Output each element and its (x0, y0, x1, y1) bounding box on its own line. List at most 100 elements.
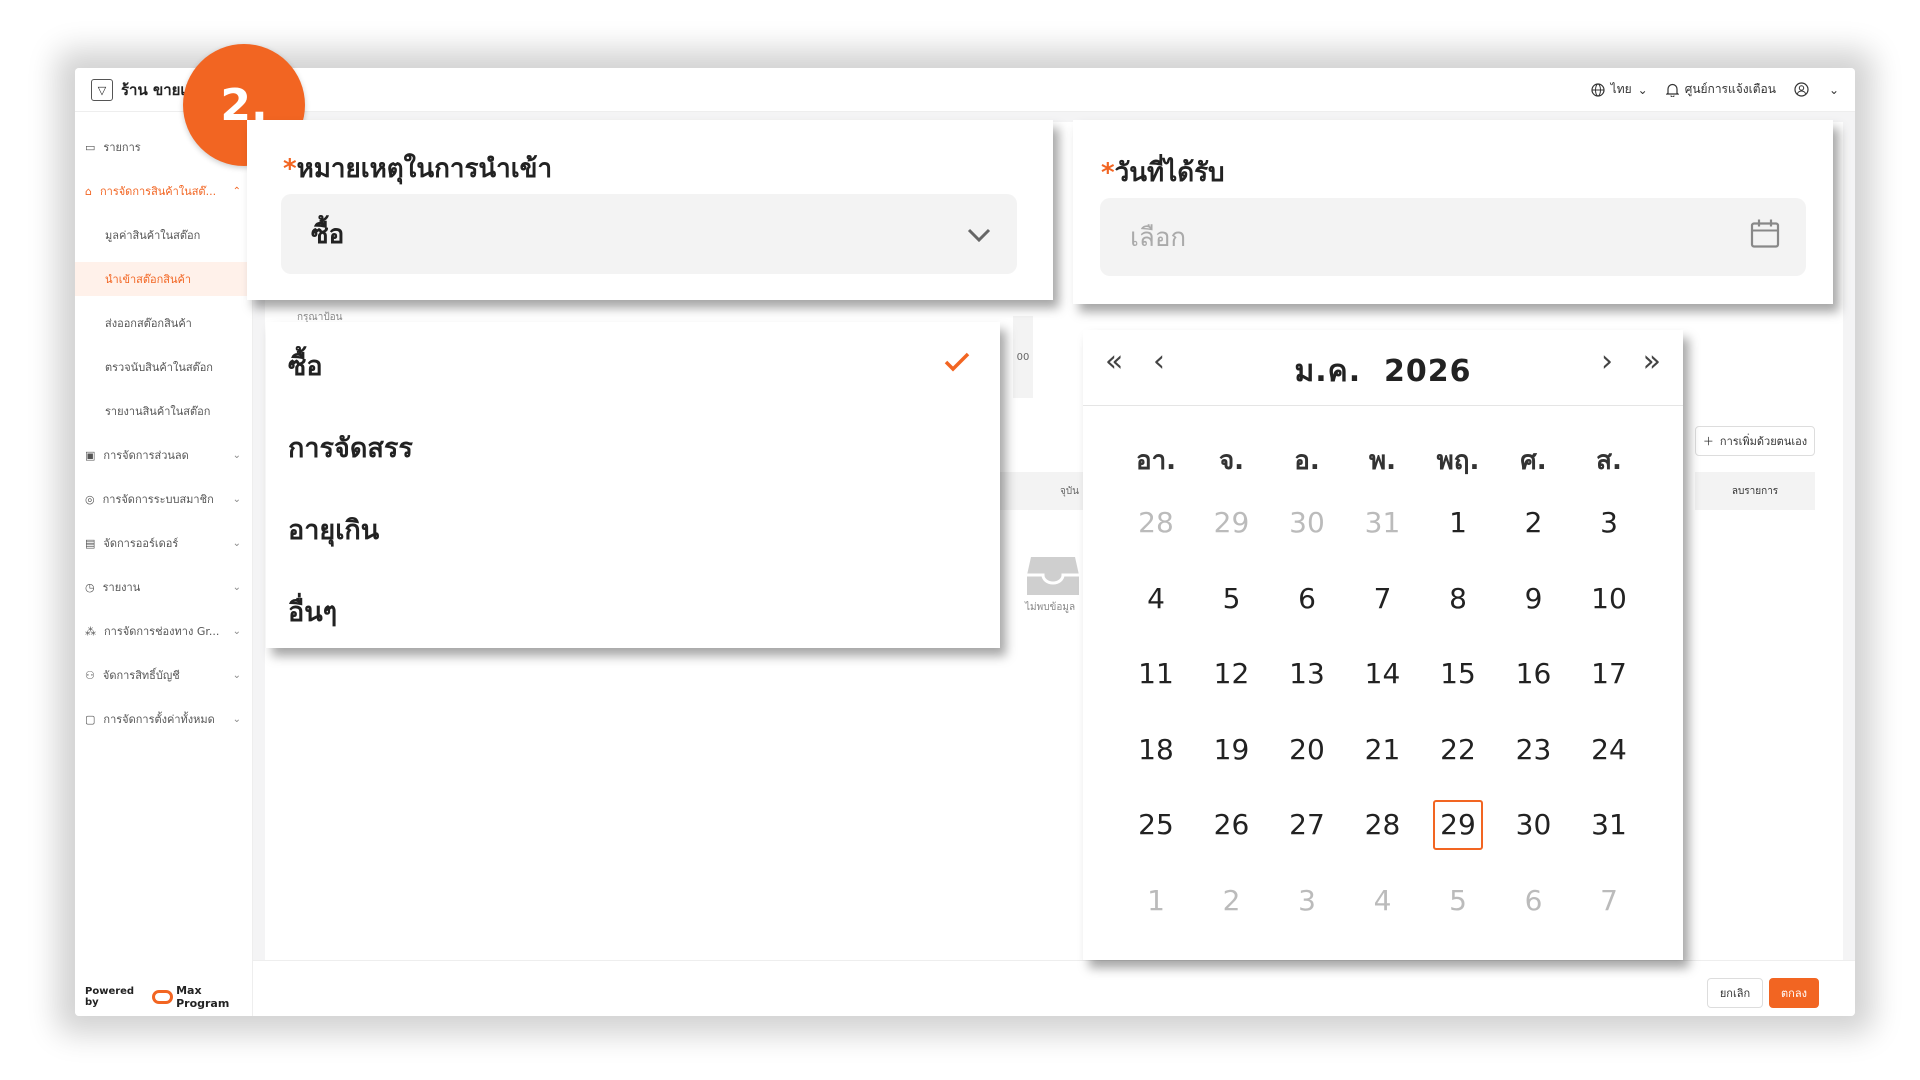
calendar-day[interactable]: 19 (1207, 725, 1257, 775)
calendar-day[interactable]: 26 (1207, 800, 1257, 850)
notification-center[interactable]: ศูนย์การแจ้งเตือน (1665, 80, 1776, 99)
sidebar-item-import-stock[interactable]: นำเข้าสต๊อกสินค้า (75, 262, 253, 296)
sidebar-item-stock-management[interactable]: ⌂ การจัดการสินค้าในสต๊... ⌃ (75, 174, 253, 208)
calendar-day[interactable]: 6 (1282, 574, 1332, 624)
import-reason-dropdown: ซื้อ การจัดสรร อายุเกิน อื่นๆ (266, 322, 1000, 648)
user-avatar-icon (1794, 82, 1809, 97)
calendar-day[interactable]: 10 (1584, 574, 1634, 624)
calendar-day[interactable]: 12 (1207, 649, 1257, 699)
user-menu[interactable]: ⌄ (1794, 82, 1839, 97)
calendar-day-outside[interactable]: 4 (1358, 876, 1408, 926)
received-date-input[interactable]: เลือก (1100, 198, 1806, 276)
sidebar-item-orders[interactable]: ▤ จัดการออร์เดอร์ ⌄ (75, 526, 253, 560)
sidebar-item-reports[interactable]: ◷ รายงาน ⌄ (75, 570, 253, 604)
calendar-day[interactable]: 4 (1131, 574, 1181, 624)
calendar-day[interactable]: 28 (1358, 800, 1408, 850)
globe-icon (1591, 82, 1605, 97)
sidebar-item-stock-value[interactable]: มูลค่าสินค้าในสต๊อก (75, 218, 253, 252)
weekday-header: ศ. (1520, 446, 1547, 476)
confirm-button[interactable]: ตกลง (1769, 978, 1819, 1008)
sidebar-item-membership[interactable]: ◎ การจัดการระบบสมาชิก ⌄ (75, 482, 253, 516)
calendar-day-outside[interactable]: 28 (1131, 498, 1181, 548)
calendar-day-outside[interactable]: 3 (1282, 876, 1332, 926)
bottom-action-bar (253, 960, 1855, 1016)
chevron-up-icon: ⌃ (232, 185, 241, 197)
option-expired[interactable]: อายุเกิน (288, 508, 379, 551)
calendar-day[interactable]: 31 (1584, 800, 1634, 850)
channel-icon: ⁂ (85, 624, 96, 638)
chevron-down-icon: ⌄ (1637, 82, 1648, 97)
sidebar-item-stock-count[interactable]: ตรวจนับสินค้าในสต๊อก (75, 350, 253, 384)
calendar-day[interactable]: 24 (1584, 725, 1634, 775)
chevron-down-icon: ⌄ (232, 493, 241, 505)
calendar-day[interactable]: 7 (1358, 574, 1408, 624)
calendar-day[interactable]: 21 (1358, 725, 1408, 775)
calendar-day[interactable]: 18 (1131, 725, 1181, 775)
sidebar-item-account-permissions[interactable]: ⚇ จัดการสิทธิ์บัญชี ⌄ (75, 658, 253, 692)
calendar-day[interactable]: 16 (1509, 649, 1559, 699)
option-allocation[interactable]: การจัดสรร (288, 426, 413, 469)
calendar-day-outside[interactable]: 2 (1207, 876, 1257, 926)
sidebar: ▭ รายการ ⌂ การจัดการสินค้าในสต๊... ⌃ มูลค่า… (75, 112, 253, 1016)
received-date-card: *วันที่ได้รับ เลือก (1073, 120, 1833, 304)
calendar-day[interactable]: 14 (1358, 649, 1408, 699)
calendar-day[interactable]: 15 (1433, 649, 1483, 699)
member-icon: ◎ (85, 492, 95, 506)
language-selector[interactable]: ไทย ⌄ (1591, 80, 1648, 99)
sidebar-item-stock-report[interactable]: รายงานสินค้าในสต๊อก (75, 394, 253, 428)
cancel-button[interactable]: ยกเลิก (1707, 978, 1763, 1008)
calendar-day[interactable]: 13 (1282, 649, 1332, 699)
chevron-down-icon: ⌄ (232, 537, 241, 549)
calendar-day[interactable]: 22 (1433, 725, 1483, 775)
calendar-day-outside[interactable]: 5 (1433, 876, 1483, 926)
empty-inbox-icon (1027, 557, 1079, 595)
weekday-header: พฤ. (1436, 446, 1480, 476)
calendar-day[interactable]: 11 (1131, 649, 1181, 699)
calendar-day-outside[interactable]: 7 (1584, 876, 1634, 926)
calendar-day[interactable]: 29 (1433, 800, 1483, 850)
import-reason-select[interactable]: ซื้อ (281, 194, 1017, 274)
chevron-down-icon (967, 219, 991, 249)
calendar-day[interactable]: 17 (1584, 649, 1634, 699)
notification-label: ศูนย์การแจ้งเตือน (1684, 82, 1776, 96)
calendar-day-outside[interactable]: 1 (1131, 876, 1181, 926)
weekday-header: ส. (1596, 446, 1622, 476)
sidebar-item-export-stock[interactable]: ส่งออกสต๊อกสินค้า (75, 306, 253, 340)
chevron-down-icon: ⌄ (232, 581, 241, 593)
sidebar-item-settings[interactable]: ▢ การจัดการตั้งค่าทั้งหมด ⌄ (75, 702, 253, 736)
sidebar-item-channels[interactable]: ⁂ การจัดการช่องทาง Gr... ⌄ (75, 614, 253, 648)
option-other[interactable]: อื่นๆ (288, 590, 337, 633)
calendar-day[interactable]: 8 (1433, 574, 1483, 624)
calendar-day[interactable]: 23 (1509, 725, 1559, 775)
checkmark-icon (944, 352, 970, 376)
manual-add-button[interactable]: ＋การเพิ่มด้วยตนเอง (1695, 426, 1815, 456)
option-buy[interactable]: ซื้อ (288, 344, 323, 387)
calendar-day[interactable]: 30 (1509, 800, 1559, 850)
tag-icon: ▣ (85, 448, 96, 462)
calendar-day[interactable]: 27 (1282, 800, 1332, 850)
no-data-text: ไม่พบข้อมูล (1025, 602, 1076, 613)
calendar-day[interactable]: 9 (1509, 574, 1559, 624)
delete-items-header[interactable]: ลบรายการ (1695, 472, 1815, 510)
weekday-header: อ. (1294, 446, 1320, 476)
order-icon: ▤ (85, 536, 96, 550)
language-label: ไทย (1610, 82, 1632, 96)
sidebar-item-discounts[interactable]: ▣ การจัดการส่วนลด ⌄ (75, 438, 253, 472)
weekday-header: จ. (1218, 446, 1245, 476)
store-brand[interactable]: ▽ ร้าน ขายเสื้ (91, 78, 195, 102)
import-reason-card: *หมายเหตุในการนำเข้า ซื้อ (247, 120, 1053, 300)
calendar-day-outside[interactable]: 30 (1282, 498, 1332, 548)
calendar-day[interactable]: 25 (1131, 800, 1181, 850)
calendar-day[interactable]: 1 (1433, 498, 1483, 548)
store-logo-icon: ▽ (91, 79, 113, 101)
next-year-button[interactable]: » (1643, 344, 1661, 379)
calendar-day-outside[interactable]: 6 (1509, 876, 1559, 926)
calendar-day[interactable]: 5 (1207, 574, 1257, 624)
report-icon: ◷ (85, 580, 95, 594)
calendar-day-outside[interactable]: 31 (1358, 498, 1408, 548)
calendar-day-outside[interactable]: 29 (1207, 498, 1257, 548)
calendar-day[interactable]: 3 (1584, 498, 1634, 548)
calendar-day[interactable]: 2 (1509, 498, 1559, 548)
next-month-button[interactable]: › (1601, 344, 1613, 379)
calendar-day[interactable]: 20 (1282, 725, 1332, 775)
